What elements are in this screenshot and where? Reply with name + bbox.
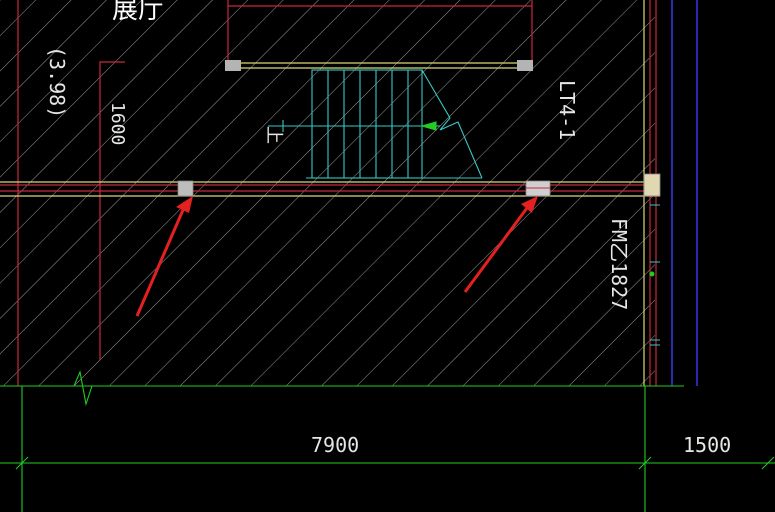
stair-arrow-label: 上 xyxy=(263,126,284,144)
column-block-left xyxy=(177,180,194,197)
hatched-slab-area xyxy=(0,0,655,386)
door-label: FM乙1827 xyxy=(607,218,631,310)
stair-label: LT4-1 xyxy=(555,80,579,140)
top-clipped-label: 展厅 xyxy=(112,0,164,25)
door-marker-dot xyxy=(649,271,655,277)
dimension-7900-label: 7900 xyxy=(311,433,359,457)
dimension-1500-label: 1500 xyxy=(683,433,731,457)
cad-drawing-canvas: 展厅 (3.98) 1600 LT4-1 上 FM乙1827 7900 1500 xyxy=(0,0,775,512)
elevation-label: (3.98) xyxy=(45,46,69,118)
dimension-1600-label: 1600 xyxy=(107,102,128,145)
